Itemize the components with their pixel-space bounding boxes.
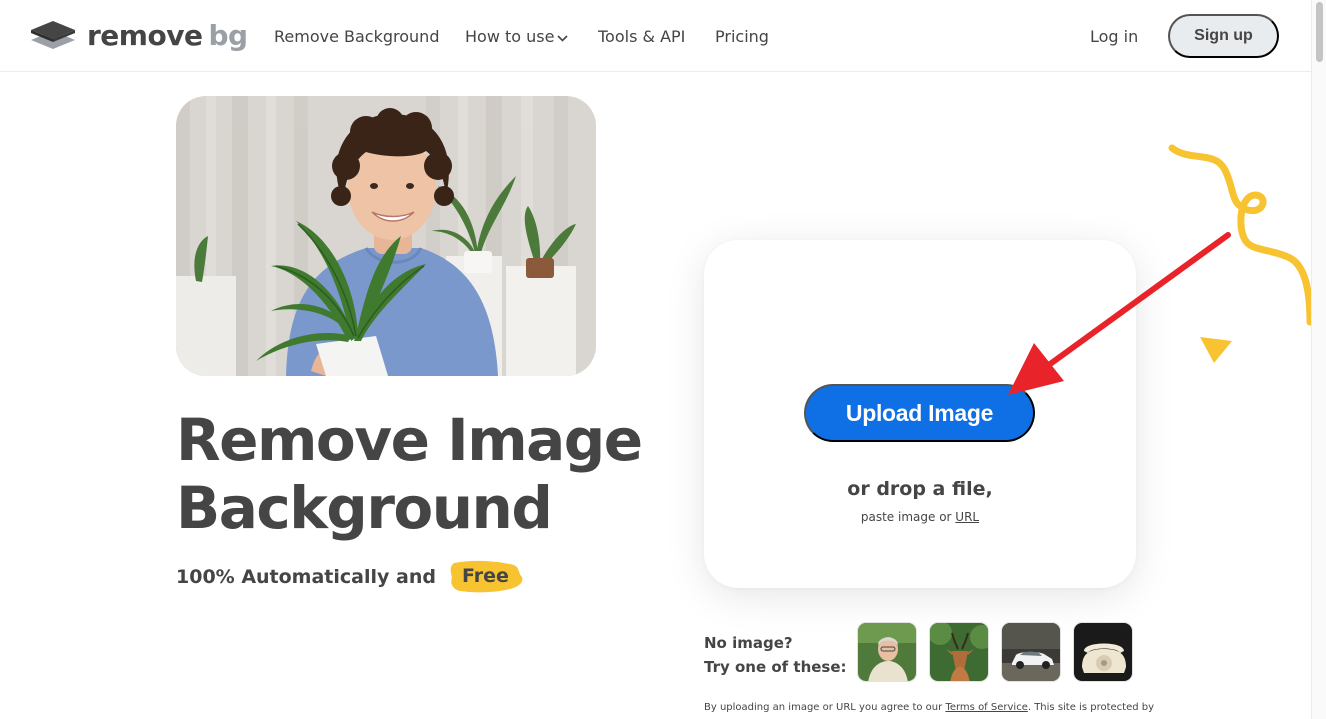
sample-man-image [858,623,916,681]
headline-line-1: Remove Image [176,406,643,474]
page-title: Remove Image Background [176,406,656,542]
terms-notice: By uploading an image or URL you agree t… [704,702,1154,713]
nav-how-to-use-label: How to use [465,27,555,46]
sample-antelope-icon[interactable] [929,622,989,682]
no-image-line-1: No image? [704,634,793,652]
headline-line-2: Background [176,474,553,542]
paste-hint-text: paste image or [860,510,952,524]
logo-word-remove: remove [87,19,203,52]
nav-how-to-use[interactable]: How to use [465,27,569,48]
drop-file-text: or drop a file, [847,478,993,500]
signup-button[interactable]: Sign up [1168,14,1279,58]
sample-man-icon[interactable] [857,622,917,682]
page-scrollbar[interactable] [1311,0,1326,719]
paste-hint: paste image or URL [704,510,1136,524]
terms-suffix: . This site is protected by [1027,702,1155,713]
logo-word-bg: bg [208,19,248,52]
hero-man-with-plant-image [176,96,596,376]
free-badge: Free [448,560,523,593]
url-link[interactable]: URL [955,510,979,524]
nav-tools-api[interactable]: Tools & API [598,27,685,47]
nav-remove-background[interactable]: Remove Background [274,27,439,47]
logo[interactable]: remove bg [30,19,248,53]
site-header: remove bg Remove Background How to use To… [0,0,1311,72]
sample-car-image [1002,623,1060,681]
nav-pricing[interactable]: Pricing [715,27,769,47]
no-image-line-2: Try one of these: [704,658,847,676]
subline-text: 100% Automatically and [176,565,436,588]
sample-telephone-icon[interactable] [1073,622,1133,682]
free-label: Free [461,565,509,587]
sample-antelope-image [930,623,988,681]
sample-telephone-image [1074,623,1132,681]
red-arrow-annotation [1008,232,1231,395]
terms-of-service-link[interactable]: Terms of Service [945,702,1027,713]
hero-subline: 100% Automatically and Free [176,560,523,593]
chevron-down-icon [557,28,569,48]
login-link[interactable]: Log in [1090,27,1138,47]
hero-photo [176,96,596,376]
terms-prefix: By uploading an image or URL you agree t… [704,702,943,713]
logo-layers-icon [31,21,75,49]
logo-text: remove bg [87,21,248,51]
scrollbar-thumb[interactable] [1316,2,1323,62]
no-image-prompt: No image? Try one of these: [704,631,847,679]
sample-car-icon[interactable] [1001,622,1061,682]
